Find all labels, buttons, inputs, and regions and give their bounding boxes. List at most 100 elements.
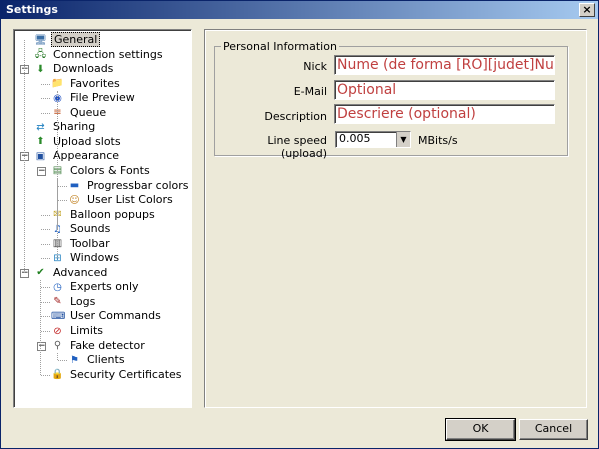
tree-item-label: Windows [70, 251, 120, 265]
tree-item[interactable]: ⊘ Limits [51, 324, 105, 338]
tree-connector [41, 214, 50, 216]
tree-item[interactable]: ✉ Balloon popups [51, 208, 157, 222]
tree-expander[interactable]: − [37, 341, 46, 351]
tree-connector [41, 243, 50, 245]
tree-connector [41, 258, 50, 260]
tree-item-label: Appearance [53, 149, 120, 163]
upload-icon: ⬆ [36, 136, 45, 148]
line-speed-select[interactable]: 0.005 ▼ [335, 131, 411, 148]
tree-item[interactable]: ▬ Progressbar colors [68, 179, 191, 193]
tree-item[interactable]: 🖥 General [34, 32, 101, 47]
tree-item-label: General [51, 32, 101, 47]
tree-item[interactable]: ◉ File Preview [51, 91, 137, 105]
limit-icon: ⊘ [53, 325, 62, 337]
logs-icon: ✎ [53, 296, 62, 308]
tree-connector [41, 83, 50, 85]
tree-item-label: Sounds [70, 222, 111, 236]
tree-expander[interactable]: − [37, 166, 46, 176]
title-bar: Settings × [1, 1, 598, 19]
tree-connector [41, 112, 50, 114]
tree-item[interactable]: ⬇ Downloads [34, 62, 115, 76]
settings-tree[interactable]: 🖥 General 🖧 Connection settings − ⬇ Downloads 📁… [13, 29, 192, 408]
tree-item-label: Experts only [70, 280, 139, 294]
detector-icon: ⚲ [53, 340, 62, 352]
line-speed-value: 0.005 [339, 132, 371, 145]
tree-connector [41, 287, 50, 289]
tree-connector [58, 200, 67, 202]
tree-item-label: Favorites [70, 76, 120, 90]
line-speed-label: Line speed (upload) [267, 134, 327, 160]
tree-item[interactable]: ⚲ Fake detector [51, 339, 147, 353]
window-title: Settings [6, 3, 58, 16]
tree-guide [40, 279, 41, 375]
network-icon: 🖧 [34, 49, 47, 61]
tree-item-label: Logs [70, 294, 96, 308]
tree-item[interactable]: ⌨ User Commands [51, 309, 163, 323]
tree-item-label: Fake detector [70, 338, 145, 352]
lock-icon: 🔒 [51, 369, 64, 381]
tree-item-label: Balloon popups [70, 207, 155, 221]
tree-item[interactable]: ⇄ Sharing [34, 120, 97, 134]
tree-connector [41, 316, 50, 318]
tree-item[interactable]: ◷ Experts only [51, 280, 141, 294]
nick-input[interactable]: Nume (de forma [RO][judet]Nume_dorit) [334, 55, 555, 75]
sharing-icon: ⇄ [36, 121, 45, 133]
ok-button[interactable]: OK [445, 418, 516, 441]
folder-icon: 📁 [51, 78, 64, 90]
checkmark-icon: ✔ [36, 267, 45, 279]
tree-item-label: Limits [70, 324, 103, 337]
tree-item[interactable]: ⊞ Windows [51, 251, 121, 265]
tree-item-label: Toolbar [70, 236, 110, 250]
tree-item-label: Advanced [53, 265, 108, 279]
clock-icon: ◷ [53, 281, 62, 293]
tree-item-label: Progressbar colors [87, 178, 189, 192]
tree-item[interactable]: ⬆ Upload slots [34, 135, 123, 149]
user-icon: ☺ [69, 194, 80, 206]
tree-item-label: File Preview [70, 91, 135, 105]
email-input[interactable]: Optional [334, 80, 555, 100]
tree-guide [57, 352, 58, 361]
tree-connector [58, 185, 67, 187]
settings-window: Settings × 🖥 General 🖧 Connection settings −… [0, 0, 599, 449]
tree-connector [41, 374, 50, 376]
description-label: Description [264, 110, 327, 123]
cancel-button[interactable]: Cancel [519, 419, 588, 440]
tree-connector [41, 229, 50, 231]
nick-label: Nick [303, 60, 327, 73]
tree-item[interactable]: ▥ Toolbar [51, 237, 112, 251]
close-icon: × [582, 3, 592, 16]
tree-item-label: Security Certificates [70, 367, 182, 381]
tree-item-label: Connection settings [53, 47, 163, 61]
tree-item[interactable]: ♫ Sounds [51, 222, 112, 236]
description-input[interactable]: Descriere (optional) [334, 104, 555, 124]
tree-item[interactable]: ▣ Appearance [34, 149, 121, 163]
tree-item-label: Colors & Fonts [70, 163, 150, 177]
tree-item[interactable]: ✔ Advanced [34, 266, 109, 280]
commands-icon: ⌨ [51, 310, 66, 322]
tree-connector [41, 98, 50, 100]
tree-item[interactable]: 🖧 Connection settings [34, 48, 165, 62]
tree-item[interactable]: 🔒 Security Certificates [51, 368, 184, 382]
tree-guide [57, 177, 58, 259]
tree-item[interactable]: ✎ Logs [51, 295, 97, 309]
tree-connector [58, 360, 67, 362]
tree-item-label: Downloads [53, 62, 114, 76]
line-speed-unit: MBits/s [418, 134, 458, 147]
clients-icon: ⚑ [70, 354, 79, 366]
tree-item[interactable]: 📁 Favorites [51, 77, 122, 91]
close-button[interactable]: × [579, 3, 595, 17]
computer-icon: 🖥 [34, 34, 47, 46]
tree-item[interactable]: ☺ User List Colors [68, 193, 175, 207]
tree-item-label: Clients [87, 353, 125, 367]
tree-item[interactable]: ⚑ Clients [68, 353, 127, 367]
chevron-down-icon[interactable]: ▼ [396, 132, 410, 147]
tree-connector [41, 301, 50, 303]
tree-item-label: Upload slots [53, 134, 121, 148]
tree-item[interactable]: ▤ Colors & Fonts [51, 164, 152, 178]
download-icon: ⬇ [36, 63, 45, 75]
tree-item-label: Queue [70, 105, 107, 119]
tree-guide [24, 40, 25, 273]
email-label: E-Mail [293, 85, 327, 98]
tree-connector [41, 331, 50, 332]
tree-item[interactable]: ≡ Queue [51, 106, 108, 120]
